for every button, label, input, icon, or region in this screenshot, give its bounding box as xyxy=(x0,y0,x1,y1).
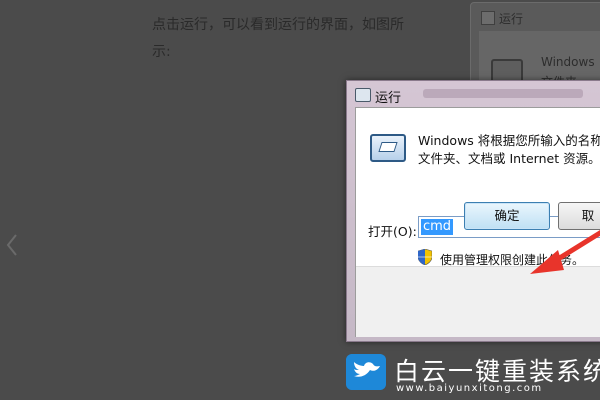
article-line-2: 示: xyxy=(152,44,171,60)
run-icon xyxy=(355,88,371,102)
run-icon xyxy=(370,134,406,162)
dialog-titlebar[interactable]: 运行 xyxy=(347,81,600,107)
description-line-1: Windows 将根据您所输入的名称， xyxy=(418,133,600,148)
uac-shield-icon xyxy=(418,249,432,265)
article-text: 点击运行，可以看到运行的界面，如图所 示: xyxy=(152,12,442,66)
open-input-value[interactable]: cmd xyxy=(421,219,454,235)
open-label: 打开(O): xyxy=(368,224,417,239)
watermark-logo: 白云一键重装系统 www.baiyunxitong.com xyxy=(346,352,600,398)
chevron-left-icon[interactable] xyxy=(6,234,18,256)
description-line-2: 文件夹、文档或 Internet 资源。 xyxy=(418,151,600,166)
watermark-url: www.baiyunxitong.com xyxy=(396,383,543,394)
bird-icon xyxy=(346,354,386,390)
background-run-dialog: 运行 Windows 文件夹、 xyxy=(470,2,600,92)
blurred-titlebar-region xyxy=(423,89,583,98)
background-dialog-text: Windows xyxy=(541,55,595,69)
dialog-description: Windows 将根据您所输入的名称， 文件夹、文档或 Internet 资源。 xyxy=(418,132,600,168)
background-dialog-title: 运行 xyxy=(499,12,524,26)
red-arrow-annotation xyxy=(530,230,600,274)
dialog-title: 运行 xyxy=(375,91,402,106)
run-icon xyxy=(481,11,495,25)
article-line-1: 点击运行，可以看到运行的界面，如图所 xyxy=(152,17,404,33)
